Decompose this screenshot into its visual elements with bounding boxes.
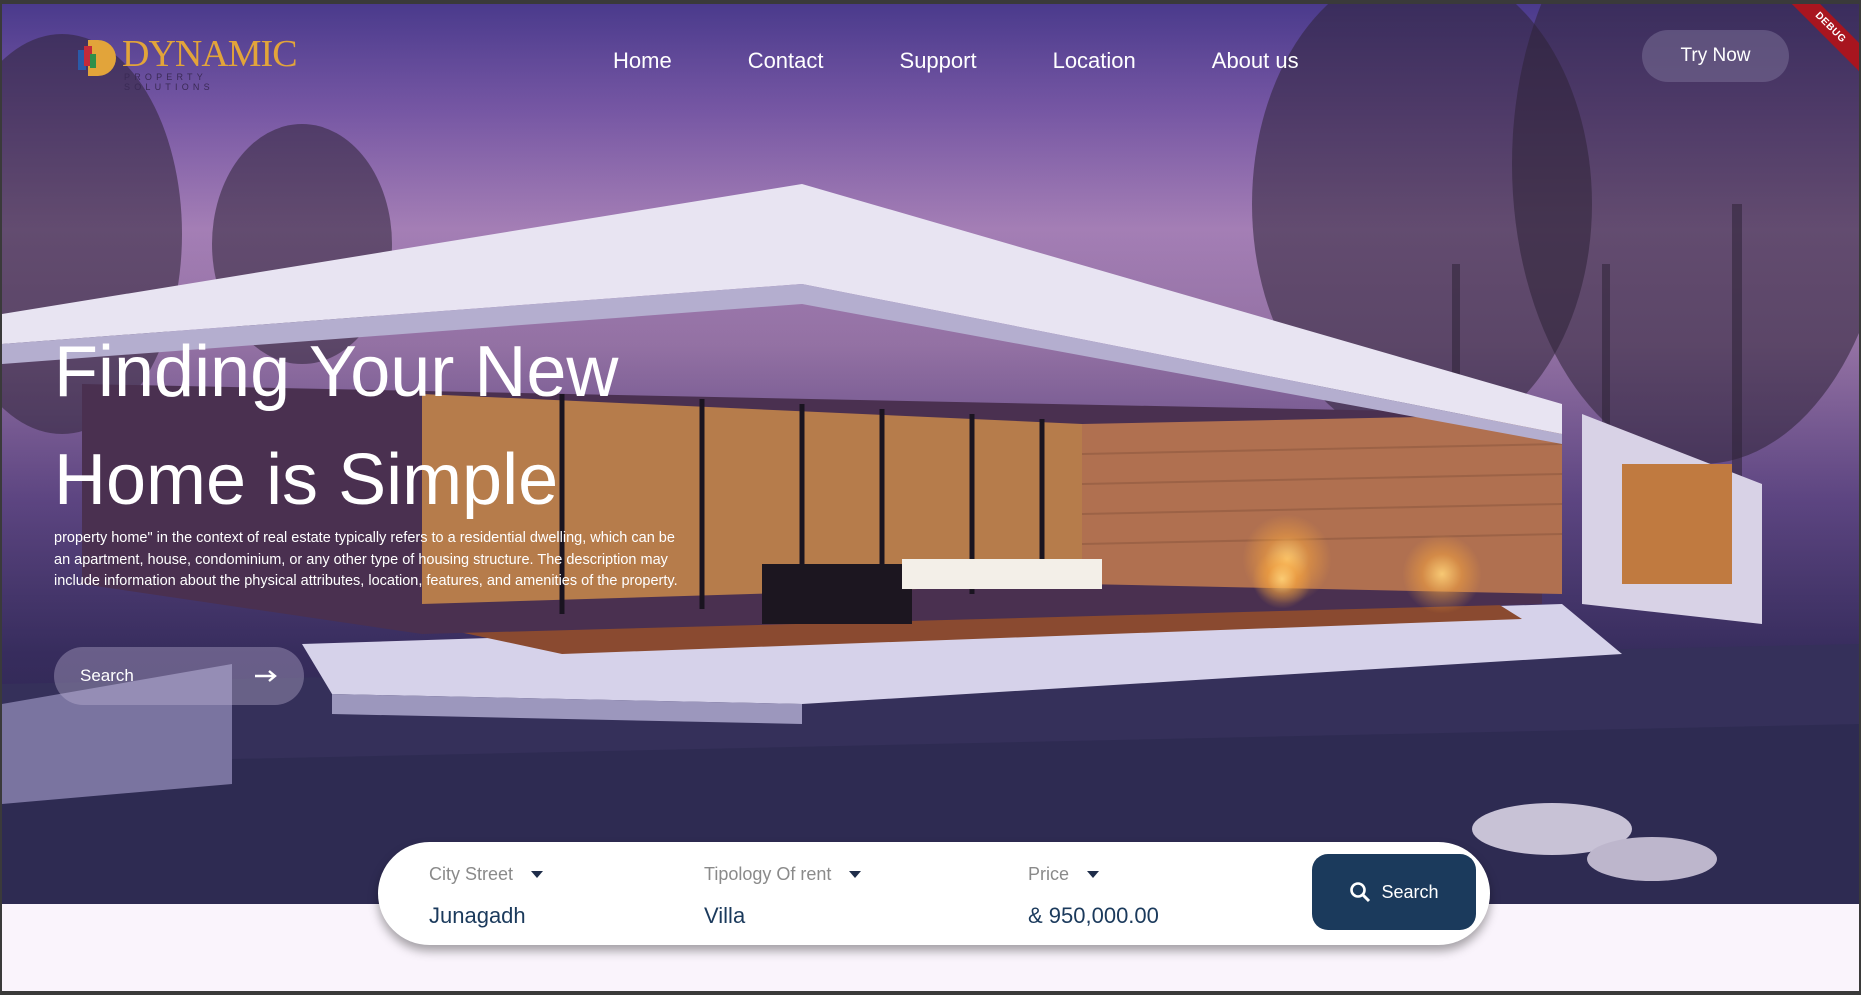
tipology-label: Tipology Of rent — [704, 864, 832, 884]
main-nav: Home Contact Support Location About us — [613, 44, 1299, 78]
brand-logo[interactable]: DYNAMIC PROPERTY SOLUTIONS — [76, 32, 298, 92]
hero-title: Finding Your New Home is Simple — [54, 318, 754, 534]
search-button[interactable]: Search — [1312, 854, 1476, 930]
lamp-glow — [1402, 534, 1482, 614]
hero-search-button[interactable]: Search — [54, 647, 304, 705]
nav-support[interactable]: Support — [900, 44, 977, 78]
try-now-button[interactable]: Try Now — [1642, 30, 1789, 82]
city-street-value: Junagadh — [429, 903, 526, 928]
brand-tagline: PROPERTY SOLUTIONS — [124, 72, 214, 92]
city-street-label: City Street — [429, 864, 514, 884]
price-field[interactable]: Price & 950,000.00 — [1028, 862, 1159, 930]
property-search-panel: City Street Junagadh Tipology Of rent Vi… — [378, 842, 1490, 945]
hero-title-line-2: Home is Simple — [54, 440, 559, 520]
price-label: Price — [1028, 864, 1070, 884]
brand-name: DYNAMIC — [122, 33, 298, 75]
app-window: DYNAMIC PROPERTY SOLUTIONS Home Contact … — [2, 4, 1859, 991]
lamp-glow — [1252, 549, 1312, 609]
price-value: & 950,000.00 — [1028, 903, 1159, 928]
hero-search-label: Search — [80, 666, 134, 685]
caret-down-icon[interactable] — [531, 870, 544, 878]
nav-home[interactable]: Home — [613, 44, 672, 78]
hero-description: property home" in the context of real es… — [54, 530, 678, 589]
search-icon — [1350, 882, 1371, 903]
hero-section: DYNAMIC PROPERTY SOLUTIONS Home Contact … — [2, 4, 1859, 904]
arrow-right-icon — [255, 670, 277, 682]
nav-about-us[interactable]: About us — [1212, 44, 1299, 78]
caret-down-icon[interactable] — [1087, 870, 1100, 878]
hero-title-line-1: Finding Your New — [54, 332, 619, 412]
search-button-label: Search — [1381, 881, 1439, 902]
logo-mark-icon — [78, 40, 116, 76]
caret-down-icon[interactable] — [849, 870, 862, 878]
tipology-value: Villa — [704, 903, 746, 928]
city-street-field[interactable]: City Street Junagadh — [429, 862, 544, 930]
tipology-field[interactable]: Tipology Of rent Villa — [704, 862, 862, 930]
nav-location[interactable]: Location — [1053, 44, 1136, 78]
nav-contact[interactable]: Contact — [748, 44, 824, 78]
